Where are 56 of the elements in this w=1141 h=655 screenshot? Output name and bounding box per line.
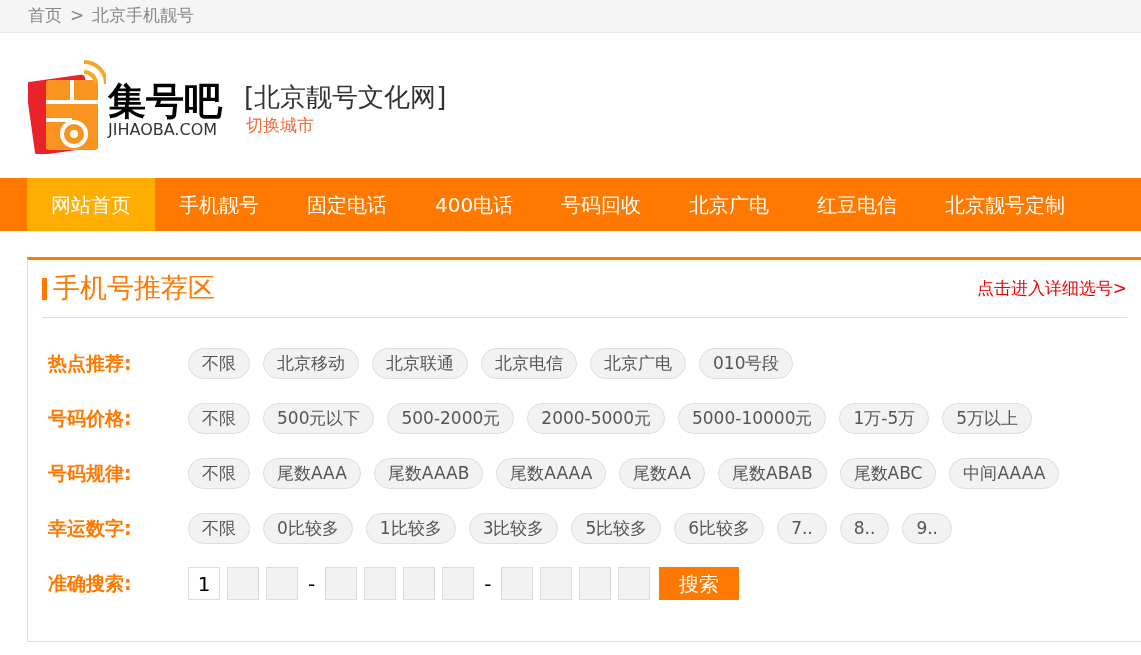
site-title: [北京靓号文化网] (244, 80, 447, 113)
filter-label: 号码价格: (48, 406, 133, 432)
filter-label: 幸运数字: (48, 516, 133, 542)
filter-chip[interactable]: 0比较多 (263, 513, 353, 544)
digit-input[interactable] (579, 567, 612, 600)
filter-chip[interactable]: 6比较多 (674, 513, 765, 544)
digit-input[interactable] (364, 567, 397, 600)
digit-input[interactable] (325, 567, 358, 600)
digit-separator: - (483, 570, 493, 598)
digit-input[interactable] (442, 567, 475, 600)
filter-chip[interactable]: 7.. (777, 513, 827, 544)
logo-name: 集号吧 (108, 81, 222, 120)
filter-chip[interactable]: 北京电信 (481, 348, 577, 379)
filter-chip[interactable]: 010号段 (699, 348, 794, 379)
filter-chip[interactable]: 5000-10000元 (678, 403, 827, 434)
filter-chip[interactable]: 不限 (188, 348, 250, 379)
breadcrumb-separator: > (70, 4, 85, 28)
filter-chip[interactable]: 不限 (188, 403, 250, 434)
logo-domain: JIHAOBA.COM (108, 119, 219, 140)
filter-chip[interactable]: 北京移动 (263, 348, 359, 379)
logo-phone-card-icon (28, 57, 106, 154)
filter-chip[interactable]: 尾数ABC (839, 458, 937, 489)
filter-chip[interactable]: 中间AAAA (949, 458, 1060, 489)
digit-input[interactable] (618, 567, 651, 600)
filter-chip[interactable]: 尾数AAA (263, 458, 361, 489)
filter-chip[interactable]: 5比较多 (571, 513, 662, 544)
filter-label: 准确搜索: (48, 571, 133, 597)
digit-input[interactable] (403, 567, 436, 600)
filter-chip[interactable]: 北京广电 (590, 348, 686, 379)
panel-title: 手机号推荐区 (53, 271, 215, 306)
filter-chip[interactable]: 500-2000元 (387, 403, 515, 434)
digit-input[interactable] (501, 567, 534, 600)
filter-chip[interactable]: 500元以下 (263, 403, 375, 434)
filter-chip[interactable]: 2000-5000元 (527, 403, 665, 434)
digit-input[interactable] (266, 567, 298, 600)
digit-separator: - (307, 570, 317, 598)
filter-chip[interactable]: 1万-5万 (839, 403, 930, 434)
filter-chip[interactable]: 北京联通 (372, 348, 468, 379)
detail-link[interactable]: 点击进入详细选号> (976, 275, 1127, 302)
filter-chip[interactable]: 尾数AA (619, 458, 705, 489)
filter-chip[interactable]: 不限 (188, 513, 250, 544)
filter-chip[interactable]: 9.. (902, 513, 952, 544)
filter-chip[interactable]: 尾数AAAB (373, 458, 484, 489)
digit-input[interactable] (540, 567, 573, 600)
filter-chip[interactable]: 5万以上 (942, 403, 1033, 434)
digit-input[interactable]: 1 (188, 567, 220, 600)
filter-label: 热点推荐: (48, 351, 133, 377)
filter-chip[interactable]: 尾数ABAB (718, 458, 827, 489)
title-accent-bar (42, 277, 47, 300)
filter-chip[interactable]: 8.. (839, 513, 890, 544)
digit-input[interactable] (227, 567, 259, 600)
filter-chip[interactable]: 1比较多 (365, 513, 456, 544)
filter-chip[interactable]: 3比较多 (468, 513, 559, 544)
filter-label: 号码规律: (48, 461, 133, 487)
filter-chip[interactable]: 尾数AAAA (496, 458, 607, 489)
filter-chip[interactable]: 不限 (188, 458, 250, 489)
